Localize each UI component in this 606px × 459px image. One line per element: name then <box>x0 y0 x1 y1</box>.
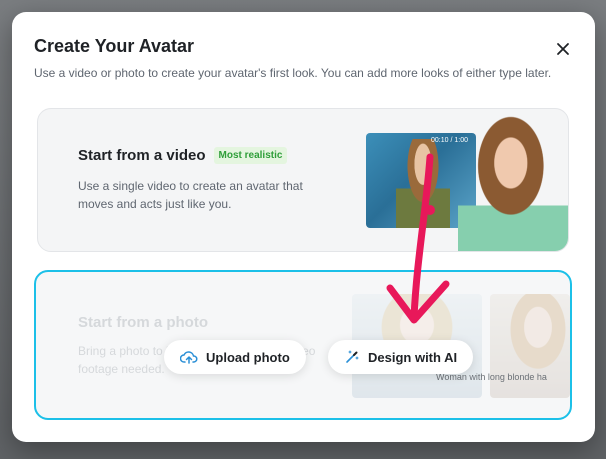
close-button[interactable] <box>552 38 574 60</box>
magic-wand-icon <box>346 350 359 363</box>
upload-photo-button[interactable]: Upload photo <box>164 340 306 374</box>
photo-card-title: Start from a photo <box>78 314 208 331</box>
design-with-ai-label: Design with AI <box>368 349 458 365</box>
video-card-heading: Start from a video Most realistic <box>78 147 288 164</box>
sample-photo-2 <box>490 294 570 398</box>
close-icon <box>557 43 569 55</box>
video-card-description: Use a single video to create an avatar t… <box>78 179 303 211</box>
design-with-ai-button[interactable]: Design with AI <box>328 340 474 374</box>
video-card-title: Start from a video <box>78 147 206 164</box>
video-avatar-preview <box>458 109 568 251</box>
start-from-video-card[interactable]: Start from a video Most realistic Use a … <box>37 108 569 252</box>
video-person-image <box>396 139 450 228</box>
cloud-upload-icon <box>180 351 198 364</box>
dialog-subtitle: Use a video or photo to create your avat… <box>34 66 552 80</box>
upload-photo-label: Upload photo <box>206 349 290 365</box>
create-avatar-dialog: Create Your Avatar Use a video or photo … <box>12 12 595 442</box>
dialog-title: Create Your Avatar <box>34 36 195 56</box>
start-from-photo-card: Start from a photo Bring a photo to life… <box>34 270 572 420</box>
most-realistic-badge: Most realistic <box>213 147 288 164</box>
